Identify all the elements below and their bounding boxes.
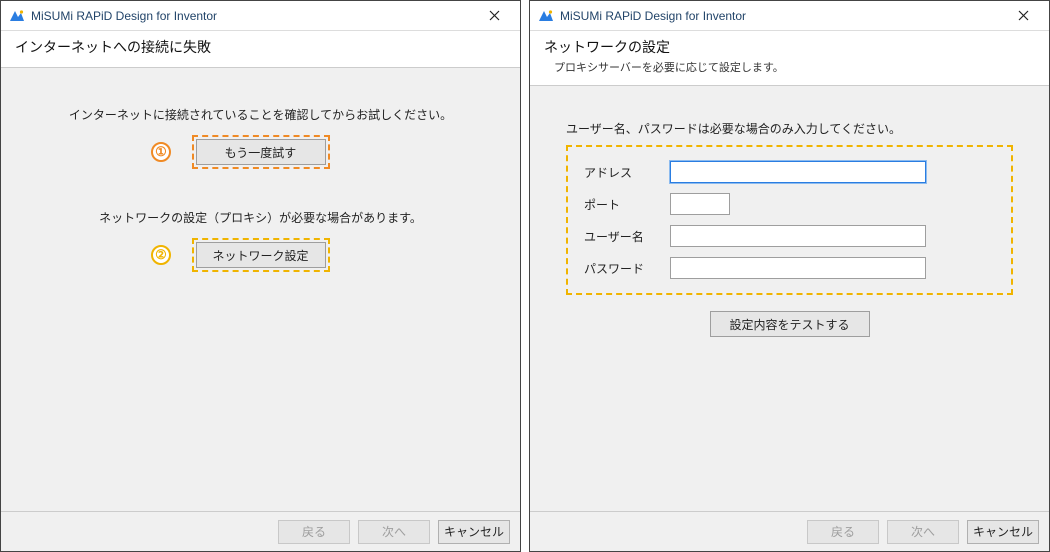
retry-button[interactable]: もう一度試す [196, 139, 326, 165]
dialog-body: インターネットに接続されていることを確認してからお試しください。 ① もう一度試… [1, 68, 520, 511]
connection-failed-dialog: MiSUMi RAPiD Design for Inventor インターネット… [0, 0, 521, 552]
dialog-footer: 戻る 次へ キャンセル [530, 511, 1049, 551]
header-title: ネットワークの設定 [544, 37, 1035, 57]
close-button[interactable] [1001, 2, 1045, 30]
close-icon [1018, 10, 1029, 21]
app-icon [538, 8, 554, 24]
retry-message: インターネットに接続されていることを確認してからお試しください。 [1, 106, 520, 123]
app-title: MiSUMi RAPiD Design for Inventor [560, 9, 746, 23]
callout-marker-2: ② [151, 245, 171, 265]
form-instruction: ユーザー名、パスワードは必要な場合のみ入力してください。 [566, 120, 1013, 137]
pass-label: パスワード [584, 260, 670, 277]
network-block: ネットワークの設定（プロキシ）が必要な場合があります。 ② ネットワーク設定 [1, 209, 520, 272]
user-input[interactable] [670, 225, 926, 247]
port-row: ポート [584, 193, 995, 215]
dialog-header: インターネットへの接続に失敗 [1, 31, 520, 68]
port-input[interactable] [670, 193, 730, 215]
dialog-footer: 戻る 次へ キャンセル [1, 511, 520, 551]
pass-input[interactable] [670, 257, 926, 279]
dialog-body: ユーザー名、パスワードは必要な場合のみ入力してください。 アドレス ポート ユー… [530, 86, 1049, 511]
proxy-form-highlight: アドレス ポート ユーザー名 パスワード [566, 145, 1013, 295]
test-settings-button-label: 設定内容をテストする [729, 316, 849, 333]
cancel-button[interactable]: キャンセル [967, 520, 1039, 544]
back-button[interactable]: 戻る [278, 520, 350, 544]
header-subtitle: プロキシサーバーを必要に応じて設定します。 [554, 59, 1035, 75]
titlebar: MiSUMi RAPiD Design for Inventor [1, 1, 520, 31]
network-message: ネットワークの設定（プロキシ）が必要な場合があります。 [1, 209, 520, 226]
network-highlight: ネットワーク設定 [192, 238, 330, 272]
back-button[interactable]: 戻る [807, 520, 879, 544]
address-label: アドレス [584, 164, 670, 181]
titlebar: MiSUMi RAPiD Design for Inventor [530, 1, 1049, 31]
retry-highlight: もう一度試す [192, 135, 330, 169]
retry-button-label: もう一度試す [225, 144, 297, 161]
address-input[interactable] [670, 161, 926, 183]
next-button[interactable]: 次へ [887, 520, 959, 544]
network-settings-dialog: MiSUMi RAPiD Design for Inventor ネットワークの… [529, 0, 1050, 552]
address-row: アドレス [584, 161, 995, 183]
retry-block: インターネットに接続されていることを確認してからお試しください。 ① もう一度試… [1, 106, 520, 169]
pass-row: パスワード [584, 257, 995, 279]
test-settings-button[interactable]: 設定内容をテストする [710, 311, 870, 337]
test-row: 設定内容をテストする [566, 311, 1013, 337]
user-row: ユーザー名 [584, 225, 995, 247]
user-label: ユーザー名 [584, 228, 670, 245]
next-button[interactable]: 次へ [358, 520, 430, 544]
cancel-button[interactable]: キャンセル [438, 520, 510, 544]
close-icon [489, 10, 500, 21]
app-title: MiSUMi RAPiD Design for Inventor [31, 9, 217, 23]
callout-marker-1: ① [151, 142, 171, 162]
close-button[interactable] [472, 2, 516, 30]
header-title: インターネットへの接続に失敗 [15, 37, 506, 57]
dual-dialog-stage: MiSUMi RAPiD Design for Inventor インターネット… [0, 0, 1050, 552]
dialog-header: ネットワークの設定 プロキシサーバーを必要に応じて設定します。 [530, 31, 1049, 86]
network-settings-button[interactable]: ネットワーク設定 [196, 242, 326, 268]
app-icon [9, 8, 25, 24]
port-label: ポート [584, 196, 670, 213]
network-settings-button-label: ネットワーク設定 [212, 247, 308, 264]
